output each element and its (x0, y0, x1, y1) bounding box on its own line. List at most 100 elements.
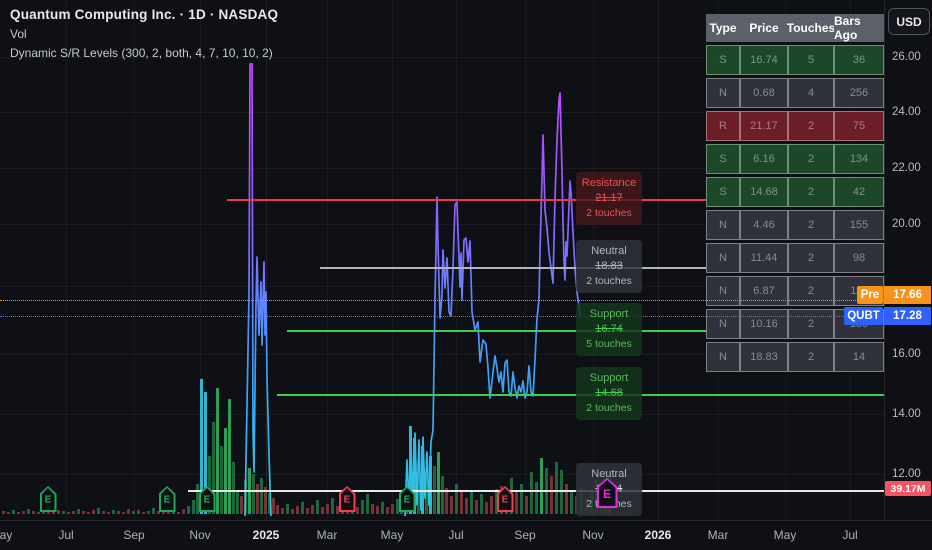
sr-table-row: S6.162134 (706, 144, 884, 174)
price-axis-label: 12.00 (892, 468, 921, 480)
earnings-icon[interactable]: E (497, 486, 514, 512)
premarket-price-line (0, 300, 884, 301)
sr-table-row: S16.74536 (706, 45, 884, 75)
sr-table-cell: 10.16 (740, 309, 788, 339)
time-axis-label: May (774, 528, 797, 542)
earnings-icon[interactable]: E (159, 486, 176, 512)
premarket-price-badge-value: 17.66 (884, 286, 931, 304)
price-axis-label: 20.00 (892, 218, 921, 230)
sr-table-cell: 11.44 (740, 243, 788, 273)
sr-table-cell: 256 (834, 78, 884, 108)
earnings-letter: E (40, 494, 57, 505)
earnings-letter: E (497, 494, 514, 505)
sr-table-cell: 4 (788, 78, 834, 108)
earnings-icon[interactable]: E (40, 486, 57, 512)
sr-table-row: N4.462155 (706, 210, 884, 240)
sr-table-cell: N (706, 342, 740, 372)
time-axis-label: Sep (514, 528, 535, 542)
sr-table-cell: 2 (788, 144, 834, 174)
price-axis-label: 22.00 (892, 162, 921, 174)
earnings-letter: E (159, 494, 176, 505)
time-axis-label: Nov (582, 528, 603, 542)
earnings-letter: E (399, 494, 416, 505)
earnings-letter: E (339, 494, 356, 505)
sr-table-row: R21.17275 (706, 111, 884, 141)
sr-table-cell: 2 (788, 210, 834, 240)
earnings-icon[interactable]: E (399, 486, 416, 512)
sr-table-cell: 2 (788, 243, 834, 273)
sr-table-cell: 2 (788, 309, 834, 339)
sr-table-row: N0.684256 (706, 78, 884, 108)
price-axis[interactable]: USD 26.00 24.00 22.00 20.00 16.00 14.00 12.00 (884, 0, 932, 520)
sr-table-cell: 6.87 (740, 276, 788, 306)
level-name: Support (578, 307, 640, 322)
sr-table-cell: 2 (788, 111, 834, 141)
last-price-badge-tag: QUBT (844, 307, 883, 325)
sr-table-cell: N (706, 78, 740, 108)
sr-table-cell: S (706, 144, 740, 174)
chart-window: Resistance21.172 touchesNeutral18.832 to… (0, 0, 932, 550)
time-axis-label: 2026 (645, 528, 672, 542)
sr-table-header-cell: Price (740, 14, 788, 42)
price-axis-label: 26.00 (892, 51, 921, 63)
price-axis-label: 14.00 (892, 408, 921, 420)
earnings-letter: E (597, 487, 618, 501)
chart-pane[interactable]: Resistance21.172 touchesNeutral18.832 to… (0, 0, 884, 520)
time-axis-label: Jul (448, 528, 463, 542)
level-name: Resistance (578, 176, 640, 191)
sr-table-cell: N (706, 309, 740, 339)
sr-table-cell: 75 (834, 111, 884, 141)
sr-table-cell: 5 (788, 45, 834, 75)
level-touches: 5 touches (578, 337, 640, 352)
sr-table-row: N11.44298 (706, 243, 884, 273)
earnings-letter: E (199, 494, 216, 505)
sr-table-row: S14.68242 (706, 177, 884, 207)
sr-table-cell: 2 (788, 276, 834, 306)
sr-level-line (188, 490, 884, 492)
volume-value-badge: 39.17M (885, 481, 931, 496)
sr-table-cell: 2 (788, 177, 834, 207)
sr-table-cell: 18.83 (740, 342, 788, 372)
sr-table-cell: N (706, 210, 740, 240)
level-name: Support (578, 371, 640, 386)
level-name: Neutral (578, 244, 640, 259)
sr-table-header-cell: Type (706, 14, 740, 42)
last-price-badge-value: 17.28 (884, 307, 931, 325)
sr-table-row: N18.83214 (706, 342, 884, 372)
time-axis-label: Jul (58, 528, 73, 542)
price-axis-label: 16.00 (892, 348, 921, 360)
level-touches: 2 touches (578, 274, 640, 289)
level-price: 21.17 (578, 191, 640, 206)
sr-table-cell: 42 (834, 177, 884, 207)
sr-level-label: Neutral18.832 touches (576, 240, 642, 293)
symbol-title[interactable]: Quantum Computing Inc. · 1D · NASDAQ (10, 7, 278, 22)
indicator-sr-label[interactable]: Dynamic S/R Levels (300, 2, both, 4, 7, … (10, 46, 278, 60)
sr-table-cell: 6.16 (740, 144, 788, 174)
last-price-badge: QUBT17.28 (844, 307, 931, 325)
time-axis-label: ay (0, 528, 12, 542)
sr-table-cell: 134 (834, 144, 884, 174)
sr-table-header-cell: Touches (788, 14, 834, 42)
currency-button[interactable]: USD (888, 8, 930, 35)
sr-table-cell: N (706, 243, 740, 273)
price-axis-label: 24.00 (892, 106, 921, 118)
sr-table-cell: 21.17 (740, 111, 788, 141)
time-axis[interactable]: ayJulSepNov2025MarMayJulSepNov2026MarMay… (0, 520, 932, 550)
time-axis-label: Nov (189, 528, 210, 542)
sr-table-cell: 36 (834, 45, 884, 75)
earnings-icon[interactable]: E (199, 486, 216, 512)
premarket-price-badge: Pre17.66 (857, 286, 931, 304)
time-axis-label: Jul (842, 528, 857, 542)
earnings-icon[interactable]: E (597, 478, 618, 508)
sr-table-cell: 14.68 (740, 177, 788, 207)
sr-table-header-cell: Bars Ago (834, 14, 884, 42)
sr-table-cell: 155 (834, 210, 884, 240)
symbol-legend: Quantum Computing Inc. · 1D · NASDAQ Vol… (10, 7, 278, 60)
sr-table-cell: 2 (788, 342, 834, 372)
earnings-icon[interactable]: E (339, 486, 356, 512)
indicator-vol-label[interactable]: Vol (10, 27, 278, 41)
price-line-segment (405, 93, 580, 516)
level-touches: 2 touches (578, 401, 640, 416)
sr-level-label: Support14.682 touches (576, 367, 642, 420)
sr-table-cell: S (706, 177, 740, 207)
